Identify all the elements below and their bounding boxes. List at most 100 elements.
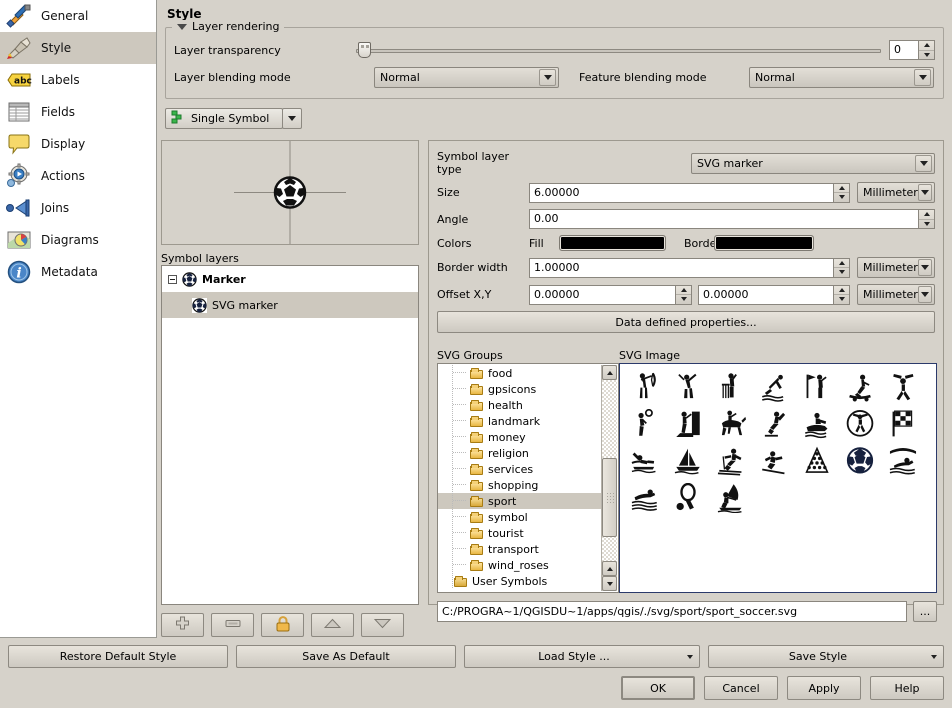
sidebar-item-display[interactable]: Display <box>0 128 156 160</box>
restore-default-style-button[interactable]: Restore Default Style <box>8 645 228 668</box>
svg-group-item-money[interactable]: money <box>438 429 601 445</box>
move-down-button[interactable] <box>361 613 404 637</box>
svg-group-item-transport[interactable]: transport <box>438 541 601 557</box>
svg-icon-jet-ski[interactable] <box>795 405 838 442</box>
ok-button[interactable]: OK <box>621 676 695 700</box>
svg-icon-cricket[interactable] <box>709 368 752 405</box>
symbol-layers-tree[interactable]: Marker SVG marker <box>161 265 419 605</box>
svg-groups-tree[interactable]: food gpsicons health landmark money religion s… <box>437 363 619 593</box>
sidebar-item-style[interactable]: Style <box>0 32 156 64</box>
svg-icon-archery[interactable] <box>623 368 666 405</box>
svg-group-item-symbol[interactable]: symbol <box>438 509 601 525</box>
symbol-layer-type-select[interactable]: SVG marker <box>691 152 935 174</box>
data-defined-properties-button[interactable]: Data defined properties... <box>437 311 935 333</box>
svg-icon-ice-skating[interactable] <box>752 405 795 442</box>
feature-blending-mode-select[interactable]: Normal <box>749 66 934 88</box>
svg-icon-soccer[interactable] <box>838 442 881 479</box>
help-button[interactable]: Help <box>870 676 944 700</box>
svg-group-item-wind-roses[interactable]: wind_roses <box>438 557 601 573</box>
svg-icon-golf[interactable] <box>795 368 838 405</box>
svg-group-item-services[interactable]: services <box>438 461 601 477</box>
lock-symbol-layer-button[interactable] <box>261 613 304 637</box>
svg-image-grid[interactable] <box>619 363 937 593</box>
svg-group-item-sport[interactable]: sport <box>438 493 601 509</box>
scroll-up-button[interactable] <box>602 365 617 380</box>
layer-transparency-stepper[interactable] <box>919 40 935 60</box>
svg-group-item-shopping[interactable]: shopping <box>438 477 601 493</box>
border-width-stepper[interactable] <box>834 257 850 278</box>
border-width-input[interactable]: 1.00000 <box>529 257 834 278</box>
svg-group-item-tourist[interactable]: tourist <box>438 525 601 541</box>
sidebar-item-metadata[interactable]: i Metadata <box>0 256 156 288</box>
svg-icon-windsurfing[interactable] <box>709 479 752 516</box>
sidebar-item-actions[interactable]: Actions <box>0 160 156 192</box>
border-color-swatch[interactable] <box>714 235 814 251</box>
scroll-track[interactable] <box>602 380 617 561</box>
svg-group-item-gpsicons[interactable]: gpsicons <box>438 381 601 397</box>
offset-x-stepper[interactable] <box>676 284 692 305</box>
save-as-default-button[interactable]: Save As Default <box>236 645 456 668</box>
svg-icon-diving[interactable] <box>752 368 795 405</box>
sidebar-item-joins[interactable]: Joins <box>0 192 156 224</box>
scroll-down-button-upper[interactable] <box>602 561 617 576</box>
size-unit-select[interactable]: Millimeter <box>857 182 935 203</box>
symbol-layer-row[interactable]: Marker <box>162 266 418 292</box>
svg-group-item-food[interactable]: food <box>438 365 601 381</box>
svg-icon-sailing[interactable] <box>666 442 709 479</box>
svg-icon-motor-racing[interactable] <box>881 405 924 442</box>
svg-path-input[interactable]: C:/PROGRA~1/QGISDU~1/apps/qgis/./svg/spo… <box>437 601 907 622</box>
angle-stepper[interactable] <box>919 209 935 229</box>
offset-unit-select[interactable]: Millimeter <box>857 284 935 305</box>
svg-icon-climbing[interactable] <box>666 405 709 442</box>
svg-icon-cross-country-ski[interactable] <box>709 442 752 479</box>
svg-icon-tennis[interactable] <box>666 479 709 516</box>
fill-color-swatch[interactable] <box>559 235 666 251</box>
move-up-button[interactable] <box>311 613 354 637</box>
scroll-thumb[interactable] <box>602 457 617 538</box>
svg-icon-leisure-centre[interactable] <box>838 405 881 442</box>
layer-transparency-value[interactable]: 0 <box>889 40 919 60</box>
symbol-layer-row[interactable]: SVG marker <box>162 292 418 318</box>
svg-group-item-user-symbols[interactable]: User Symbols <box>438 573 601 589</box>
svg-icon-swimming-indoor[interactable] <box>881 442 924 479</box>
svg-icon-downhill-ski[interactable] <box>752 442 795 479</box>
svg-icon-horse-riding[interactable] <box>709 405 752 442</box>
layer-blending-mode-select[interactable]: Normal <box>374 66 559 88</box>
add-symbol-layer-button[interactable] <box>161 613 204 637</box>
svg-icon-swimming-outdoor[interactable] <box>623 479 666 516</box>
border-width-unit-select[interactable]: Millimeter <box>857 257 935 278</box>
svg-icon-snooker[interactable] <box>795 442 838 479</box>
offset-y-input[interactable]: 0.00000 <box>698 284 834 305</box>
layer-transparency-slider[interactable] <box>356 41 881 59</box>
svg-groups-scrollbar[interactable] <box>601 365 617 591</box>
scroll-down-button[interactable] <box>602 576 617 591</box>
apply-button[interactable]: Apply <box>787 676 861 700</box>
size-stepper[interactable] <box>834 182 850 203</box>
browse-svg-button[interactable]: ... <box>913 601 937 622</box>
layer-rendering-header[interactable]: Layer rendering <box>172 20 285 33</box>
load-style-button[interactable]: Load Style ... <box>464 645 700 668</box>
size-input[interactable]: 6.00000 <box>529 182 834 203</box>
renderer-type-button[interactable]: Single Symbol <box>165 108 283 129</box>
offset-y-stepper[interactable] <box>834 284 850 305</box>
cancel-button[interactable]: Cancel <box>704 676 778 700</box>
expand-collapse-icon[interactable] <box>168 274 177 284</box>
sidebar-item-diagrams[interactable]: Diagrams <box>0 224 156 256</box>
offset-x-input[interactable]: 0.00000 <box>529 284 676 305</box>
angle-input[interactable]: 0.00 <box>529 209 919 229</box>
sidebar-item-general[interactable]: General <box>0 0 156 32</box>
svg-group-item-landmark[interactable]: landmark <box>438 413 601 429</box>
svg-icon-gymnastics[interactable] <box>881 368 924 405</box>
svg-icon-skateboard[interactable] <box>838 368 881 405</box>
slider-handle[interactable] <box>358 42 371 58</box>
remove-symbol-layer-button[interactable] <box>211 613 254 637</box>
svg-icon-basketball[interactable] <box>623 405 666 442</box>
svg-group-item-religion[interactable]: religion <box>438 445 601 461</box>
svg-icon-canoe[interactable] <box>623 442 666 479</box>
save-style-button[interactable]: Save Style <box>708 645 944 668</box>
sidebar-item-fields[interactable]: Fields <box>0 96 156 128</box>
svg-icon-baseball[interactable] <box>666 368 709 405</box>
renderer-type-dropdown[interactable] <box>282 108 302 129</box>
sidebar-item-labels[interactable]: abc Labels <box>0 64 156 96</box>
svg-group-item-health[interactable]: health <box>438 397 601 413</box>
